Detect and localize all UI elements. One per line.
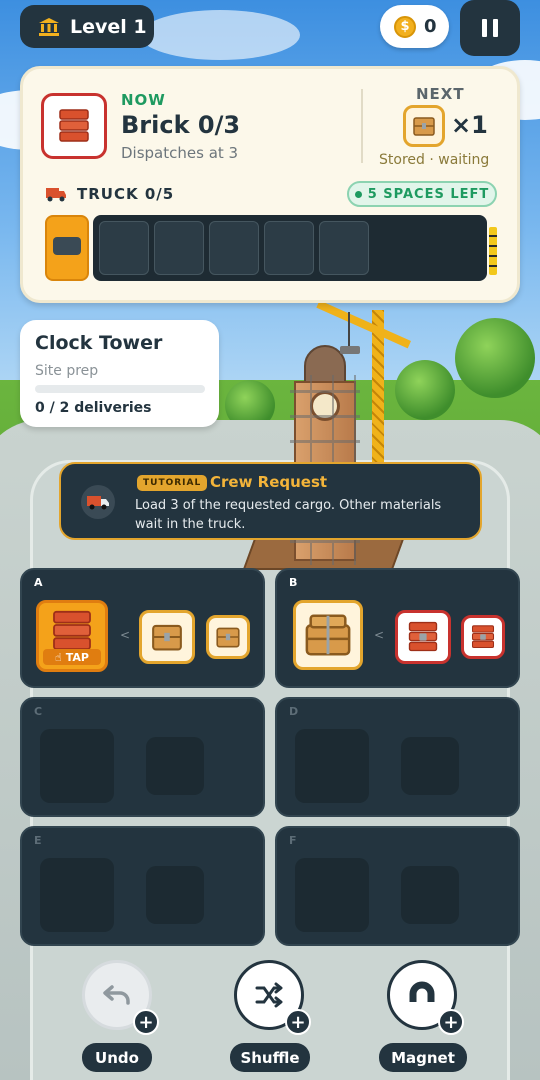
tree xyxy=(395,360,455,420)
truck-header: TRUCK 0/5 xyxy=(45,185,174,203)
crane-load xyxy=(340,346,360,354)
locked-brick-tile[interactable] xyxy=(395,610,451,664)
add-shuffle-icon[interactable]: + xyxy=(285,1009,311,1035)
shelf-f[interactable]: F xyxy=(275,826,520,946)
truck-capacity: TRUCK 0/5 xyxy=(77,185,175,203)
bank-icon xyxy=(39,17,59,36)
truck-slot xyxy=(99,221,149,275)
next-label: NEXT xyxy=(416,85,465,103)
next-count: ×1 xyxy=(451,111,488,139)
crane-cable xyxy=(348,312,350,350)
current-order-title: Brick 0/3 xyxy=(121,111,241,139)
shuffle-button[interactable]: + xyxy=(234,960,311,1035)
magnet-label: Magnet xyxy=(379,1043,467,1072)
shelf-d[interactable]: D xyxy=(275,697,520,817)
shelf-label: E xyxy=(34,834,42,847)
shuffle-label: Shuffle xyxy=(230,1043,310,1072)
project-progress-bar xyxy=(35,385,205,393)
add-magnet-icon[interactable]: + xyxy=(438,1009,464,1035)
project-stage: Site prep xyxy=(35,363,99,379)
hand-pointer-icon: ☝ xyxy=(55,650,62,664)
tutorial-badge: TUTORIAL xyxy=(137,475,208,491)
truck-slot xyxy=(154,221,204,275)
coin-counter[interactable]: $ 0 xyxy=(380,5,449,48)
empty-slot xyxy=(40,858,114,932)
brick-stack-tile[interactable]: ☝ TAP xyxy=(36,600,108,672)
crate-icon xyxy=(152,624,182,651)
brick-stack-icon xyxy=(53,610,91,650)
cloud xyxy=(140,10,300,60)
tap-hint: ☝ TAP xyxy=(43,649,101,665)
crate-icon xyxy=(305,614,351,656)
truck-slot xyxy=(209,221,259,275)
magnet-button[interactable]: + xyxy=(387,960,464,1035)
level-indicator: Level 1 xyxy=(20,5,154,48)
truck-slot xyxy=(319,221,369,275)
queue-separator: < xyxy=(374,628,385,642)
level-label: Level 1 xyxy=(70,15,147,38)
empty-slot xyxy=(295,729,369,803)
shelf-label: F xyxy=(289,834,297,847)
project-name: Clock Tower xyxy=(35,332,163,354)
brick-stack-icon xyxy=(471,625,495,649)
shelf-a[interactable]: A ☝ TAP < xyxy=(20,568,265,688)
locked-brick-tile[interactable] xyxy=(461,615,505,659)
empty-slot xyxy=(401,866,459,924)
dispatch-rule: Dispatches at 3 xyxy=(121,144,239,162)
truck-cab xyxy=(45,215,89,281)
divider xyxy=(361,89,363,163)
tutorial-title: Crew Request xyxy=(210,473,328,491)
empty-slot xyxy=(146,737,204,795)
crate-icon xyxy=(216,627,240,648)
shelf-c[interactable]: C xyxy=(20,697,265,817)
empty-slot xyxy=(40,729,114,803)
tutorial-popup[interactable]: TUTORIAL Crew Request Load 3 of the requ… xyxy=(59,462,482,540)
shelf-e[interactable]: E xyxy=(20,826,265,946)
pause-icon xyxy=(482,19,487,37)
add-undo-icon[interactable]: + xyxy=(133,1009,159,1035)
coin-icon: $ xyxy=(394,15,416,38)
tree xyxy=(455,318,535,398)
undo-icon xyxy=(103,985,130,1005)
empty-slot xyxy=(401,737,459,795)
brick-stack-icon xyxy=(41,93,107,159)
delivery-progress: 0 / 2 deliveries xyxy=(35,400,152,416)
empty-slot xyxy=(146,866,204,924)
crate-tile[interactable] xyxy=(139,610,195,664)
shelf-label: B xyxy=(289,576,298,589)
shuffle-icon xyxy=(255,982,283,1008)
now-label: NOW xyxy=(121,91,166,109)
shelf-label: C xyxy=(34,705,43,718)
truck-icon xyxy=(46,188,66,202)
shelf-b[interactable]: B < xyxy=(275,568,520,688)
truck-slot xyxy=(264,221,314,275)
next-status: Stored · waiting xyxy=(379,152,490,168)
truck-tailgate xyxy=(489,227,497,275)
magnet-icon xyxy=(409,981,435,1007)
pause-button[interactable] xyxy=(460,0,520,56)
shelf-label: A xyxy=(34,576,43,589)
crate-tile[interactable] xyxy=(293,600,363,670)
truck-icon xyxy=(81,485,115,519)
spaces-left-badge: 5 SPACES LEFT xyxy=(347,181,497,207)
project-card[interactable]: Clock Tower Site prep 0 / 2 deliveries xyxy=(20,320,219,427)
crate-tile[interactable] xyxy=(206,615,250,659)
undo-button[interactable]: + xyxy=(82,960,159,1035)
coin-value: 0 xyxy=(424,16,437,37)
crate-icon xyxy=(403,105,445,147)
undo-label: Undo xyxy=(82,1043,152,1072)
tutorial-text: Load 3 of the requested cargo. Other mat… xyxy=(135,498,442,532)
queue-separator: < xyxy=(120,628,131,642)
truck-bed xyxy=(93,215,487,281)
brick-stack-icon xyxy=(408,621,438,652)
empty-slot xyxy=(295,858,369,932)
shelf-label: D xyxy=(289,705,299,718)
order-panel: NOW Brick 0/3 Dispatches at 3 NEXT ×1 St… xyxy=(20,66,520,303)
